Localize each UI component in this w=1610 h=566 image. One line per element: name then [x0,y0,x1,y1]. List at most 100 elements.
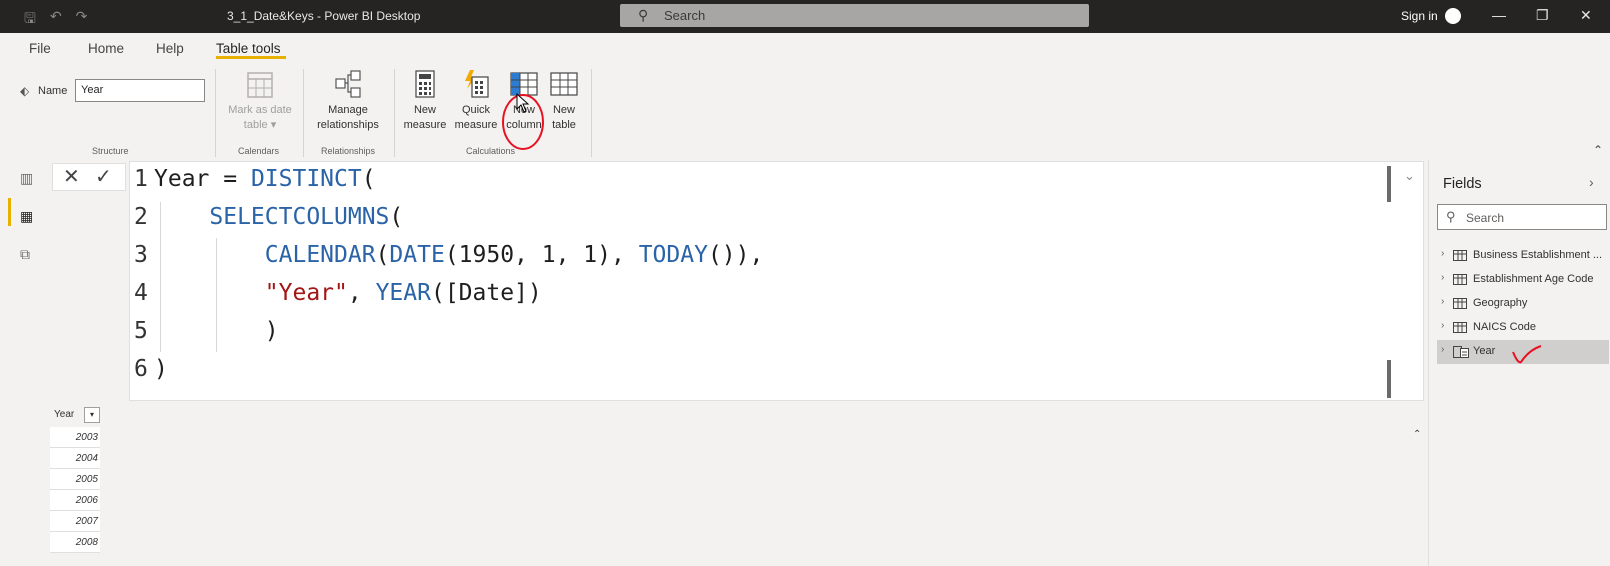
minimize-icon[interactable]: — [1492,7,1506,23]
title-bar: 🖫 ↶ ↷ 3_1_Date&Keys - Power BI Desktop ⚲… [0,0,1610,33]
model-view-icon[interactable]: ⧉ [20,246,30,263]
table-row: 2003 [50,427,100,448]
chevron-right-icon: › [1441,272,1445,283]
line-number: 1 [134,166,148,192]
active-view-indicator [8,198,11,226]
table-icon [1453,322,1467,333]
expand-formula-icon[interactable]: ⌄ [1404,168,1415,184]
dax-function: DISTINCT [250,166,362,192]
fields-pane: Fields › ⚲ Search › Business Establishme… [1428,160,1610,566]
mouse-cursor [516,93,530,113]
line-number: 4 [134,280,148,306]
column-header-year[interactable]: Year ▾ [50,405,100,425]
title-search-box[interactable]: ⚲ Search [620,4,1089,27]
editor-scroll-indicator [1387,360,1391,398]
dax-text: ( [389,204,404,230]
tag-icon: ⬖ [20,84,30,98]
scroll-up-icon[interactable]: ⌃ [1413,429,1421,440]
search-icon: ⚲ [638,7,649,23]
line-number: 3 [134,242,148,268]
dax-text [154,204,209,230]
dax-text: ) [154,318,279,344]
column-header-label: Year [54,409,75,420]
calculated-table-icon [1453,346,1469,358]
ribbon: ⬖ Name Year Structure Mark as date table… [0,63,1610,158]
table-row: 2005 [50,469,100,490]
calendar-icon [247,72,273,98]
field-label: Year [1473,345,1496,357]
field-table-establishment-age-code[interactable]: › Establishment Age Code [1437,268,1609,292]
save-icon[interactable]: 🖫 [24,8,36,32]
filter-dropdown-icon[interactable]: ▾ [84,407,100,423]
line-number: 5 [134,318,148,344]
manage-relationships-label-1: Manage [328,104,368,116]
tab-home[interactable]: Home [88,41,124,56]
commit-formula-icon[interactable]: ✓ [95,164,112,189]
new-table-label-2: table [552,119,576,131]
tab-help[interactable]: Help [156,41,184,56]
dax-text: ( [375,242,390,268]
dax-text [154,242,265,268]
data-view-icon[interactable]: ▦ [20,208,33,225]
formula-code: ) [154,318,279,344]
undo-icon[interactable]: ↶ [50,8,62,32]
name-field[interactable]: Year [75,79,205,102]
chevron-right-icon: › [1441,320,1445,331]
dax-function: SELECTCOLUMNS [209,204,390,230]
annotation-checkmark [1512,345,1542,364]
formula-code: Year = DISTINCT( [154,166,376,192]
ribbon-separator [303,69,304,157]
tab-file[interactable]: File [29,41,51,56]
table-icon [1453,274,1467,285]
quick-access-toolbar: 🖫 ↶ ↷ [24,8,87,32]
mark-as-date-label-2: table ▾ [243,119,277,131]
table-icon [1453,250,1467,261]
sign-in-link[interactable]: Sign in [1401,9,1438,23]
quick-measure-icon [465,70,489,98]
line-number: 2 [134,204,148,230]
field-table-geography[interactable]: › Geography [1437,292,1609,316]
quick-measure-button[interactable]: Quick measure [451,69,501,133]
redo-icon[interactable]: ↷ [76,8,88,32]
fields-search-input[interactable]: ⚲ Search [1437,204,1607,230]
dax-function: CALENDAR [264,242,376,268]
new-measure-button[interactable]: New measure [400,69,450,133]
relationships-icon [335,70,361,98]
collapse-ribbon-icon[interactable]: ⌃ [1593,143,1603,157]
dax-function: YEAR [375,280,431,306]
view-rail: ▥ ▦ ⧉ [0,160,45,566]
manage-relationships-label-2: relationships [317,119,379,131]
close-icon[interactable]: ✕ [1580,7,1592,24]
name-label: Name [38,85,68,97]
table-row: 2004 [50,448,100,469]
collapse-fields-icon[interactable]: › [1589,174,1594,190]
search-icon: ⚲ [1446,209,1456,224]
tab-table-tools[interactable]: Table tools [216,41,281,56]
cancel-formula-icon[interactable]: ✕ [63,164,80,189]
dax-text: ( [361,166,376,192]
ribbon-separator [394,69,395,157]
report-view-icon[interactable]: ▥ [20,170,33,187]
restore-icon[interactable]: ❐ [1536,7,1549,24]
formula-code: CALENDAR(DATE(1950, 1, 1), TODAY()), [154,242,764,268]
field-table-naics-code[interactable]: › NAICS Code [1437,316,1609,340]
dax-text: ([Date]) [430,280,542,306]
formula-editor[interactable]: 1 Year = DISTINCT(2 SELECTCOLUMNS(3 CALEN… [129,161,1424,401]
chevron-right-icon: › [1441,344,1445,355]
fields-title: Fields [1443,176,1482,192]
editor-scrollbar[interactable] [1387,166,1391,202]
manage-relationships-button[interactable]: Manage relationships [310,69,386,133]
new-table-button[interactable]: New table [548,69,580,133]
avatar[interactable] [1445,8,1461,24]
line-number: 6 [134,356,148,382]
mark-as-date-label-1: Mark as date [228,104,292,116]
structure-group-label: Structure [92,146,129,156]
field-label: NAICS Code [1473,321,1536,333]
field-table-business-establishment[interactable]: › Business Establishment ... [1437,244,1609,268]
mark-as-date-table-button[interactable]: Mark as date table ▾ [222,69,298,133]
dax-function: TODAY [638,242,708,268]
new-measure-label-1: New [413,104,436,116]
formula-commit-buttons: ✕ ✓ [52,163,126,191]
active-tab-indicator [216,56,286,59]
ribbon-separator [215,69,216,157]
